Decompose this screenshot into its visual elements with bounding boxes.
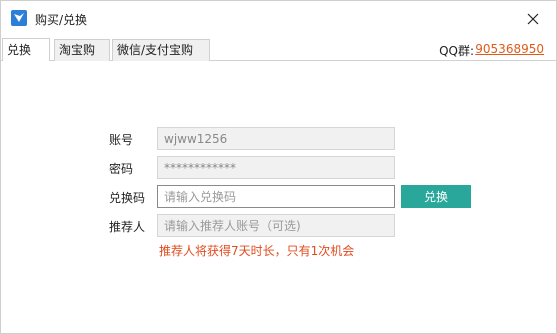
tab-taobao-purchase[interactable]: 淘宝购买 — [54, 39, 110, 77]
referrer-hint: 推荐人将获得7天时长，只有1次机会 — [159, 244, 355, 258]
close-button[interactable] — [510, 1, 556, 36]
tab-redeem[interactable]: 兑换 — [2, 38, 50, 61]
password-label: 密码 — [109, 162, 134, 176]
tab-bar: 兑换 淘宝购买 微信/支付宝购买 QQ群: 905368950 — [1, 38, 556, 77]
account-label: 账号 — [109, 133, 134, 147]
redeem-code-input[interactable] — [157, 185, 395, 208]
account-field — [157, 127, 395, 150]
app-logo-icon — [11, 10, 27, 26]
redeem-code-label: 兑换码 — [109, 191, 146, 205]
title-bar: 购买/兑换 — [1, 1, 556, 36]
referrer-label: 推荐人 — [109, 220, 146, 234]
qq-group-link[interactable]: 905368950 — [475, 42, 544, 56]
close-icon — [527, 13, 539, 24]
qq-group-label: QQ群: — [439, 44, 474, 58]
referrer-input[interactable] — [157, 214, 395, 237]
redeem-button[interactable]: 兑换 — [401, 185, 471, 208]
window-title: 购买/兑换 — [35, 13, 88, 27]
purchase-redeem-dialog: 购买/兑换 兑换 淘宝购买 微信/支付宝购买 QQ群: 905368950 账号… — [0, 0, 557, 334]
password-field — [157, 156, 395, 179]
tab-wechat-alipay-purchase[interactable]: 微信/支付宝购买 — [112, 39, 210, 77]
